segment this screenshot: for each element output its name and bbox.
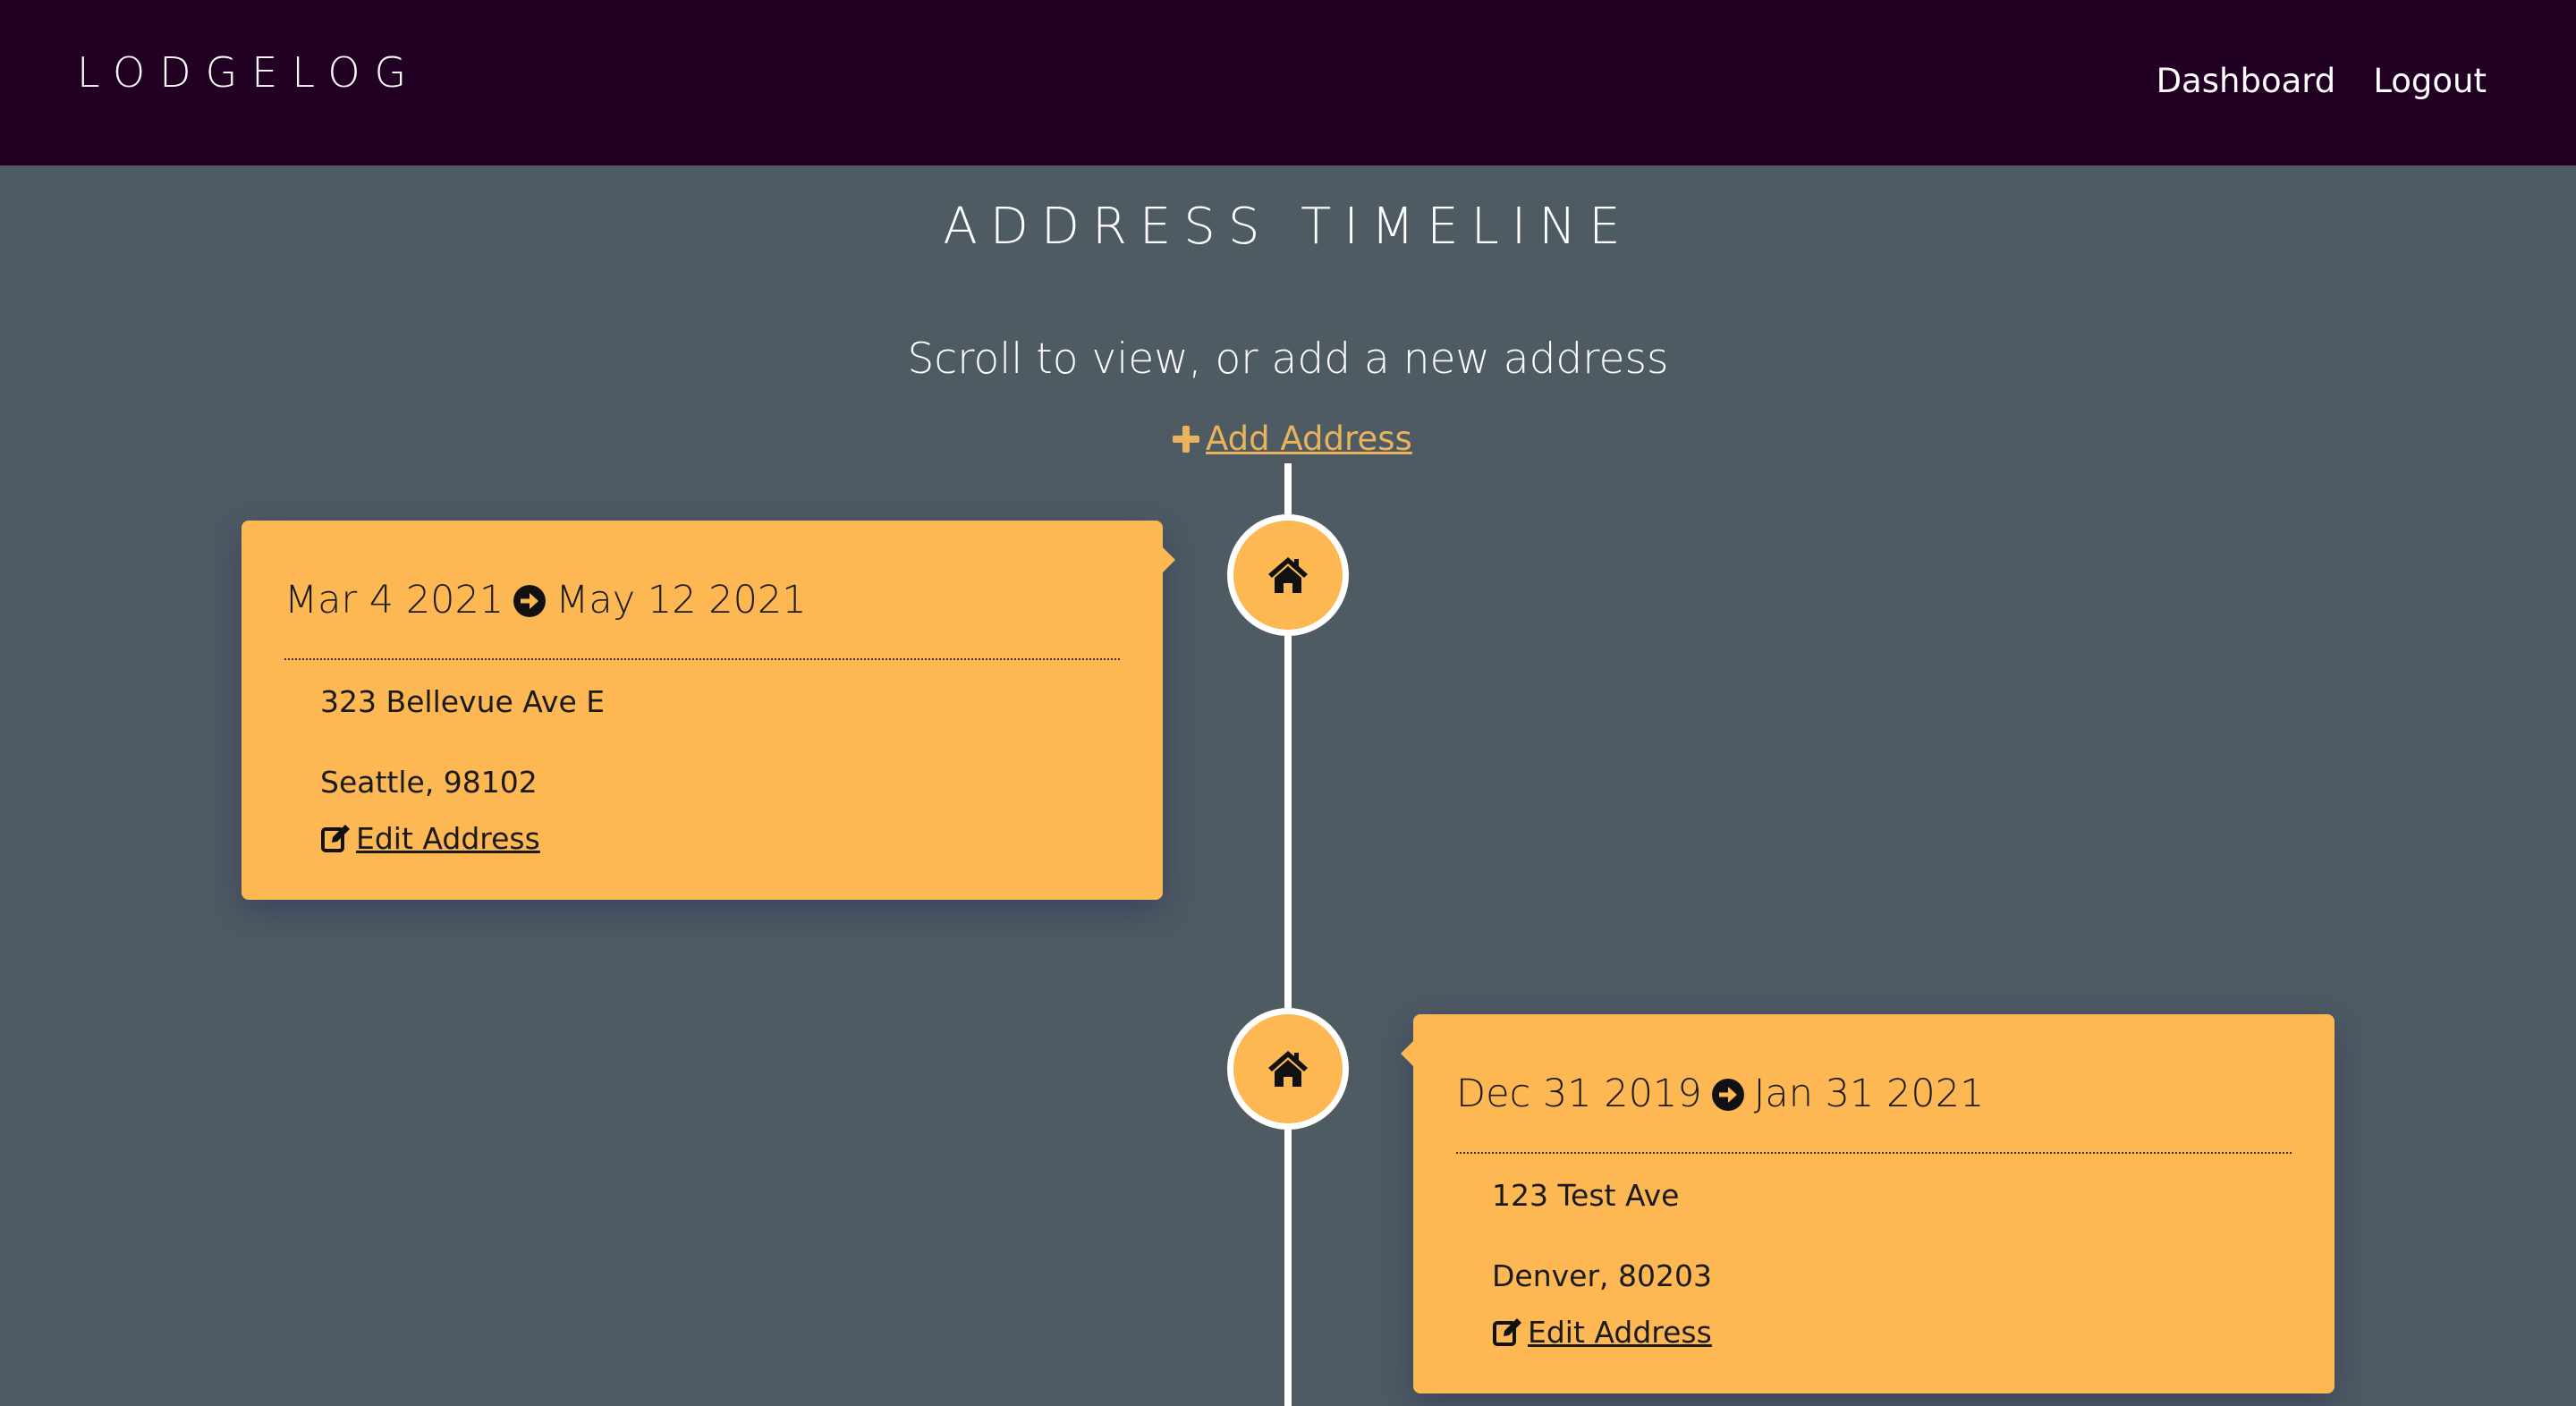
edit-address-label: Edit Address: [1528, 1314, 1712, 1350]
edit-icon: [321, 825, 350, 852]
edit-address-label: Edit Address: [356, 820, 540, 856]
address-card: Dec 31 2019 Jan 31 2021 123 Test Ave Den…: [1401, 1014, 2334, 1393]
card-pointer: [1163, 547, 1175, 572]
date-range: Mar 4 2021 May 12 2021: [284, 581, 807, 620]
page-subtitle: Scroll to view, or add a new address: [907, 335, 1669, 384]
arrow-right-circle-icon: [1711, 1078, 1744, 1111]
home-icon: [1268, 1051, 1308, 1087]
brand-logo[interactable]: LODGELOG: [77, 52, 420, 93]
nav-links: Dashboard Logout: [2157, 64, 2487, 97]
nav-dashboard-link[interactable]: Dashboard: [2157, 64, 2336, 97]
add-address-link[interactable]: Add Address: [1172, 422, 1412, 455]
street-address: 123 Test Ave: [1492, 1178, 1680, 1213]
card-divider: [284, 658, 1120, 660]
timeline-marker: [1227, 1008, 1349, 1130]
nav-logout-link[interactable]: Logout: [2373, 64, 2487, 97]
card-divider: [1456, 1152, 2292, 1154]
street-address: 323 Bellevue Ave E: [320, 684, 606, 719]
card-pointer: [1401, 1041, 1413, 1066]
page-title: ADDRESS TIMELINE: [943, 198, 1633, 256]
start-date: Mar 4 2021: [284, 578, 504, 623]
edit-address-link[interactable]: Edit Address: [1492, 1317, 1712, 1347]
edit-icon: [1493, 1318, 1521, 1346]
navbar: LODGELOG Dashboard Logout: [0, 0, 2576, 165]
date-range: Dec 31 2019 Jan 31 2021: [1456, 1075, 1984, 1114]
edit-address-link[interactable]: Edit Address: [320, 823, 540, 853]
start-date: Dec 31 2019: [1456, 1071, 1702, 1116]
add-address-label: Add Address: [1206, 419, 1412, 458]
plus-icon: [1173, 425, 1199, 453]
home-icon: [1268, 557, 1308, 593]
end-date: May 12 2021: [555, 578, 807, 623]
arrow-right-circle-icon: [513, 584, 547, 617]
city-zip: Denver, 80203: [1492, 1258, 1712, 1293]
address-card: Mar 4 2021 May 12 2021 323 Bellevue Ave …: [242, 521, 1175, 900]
end-date: Jan 31 2021: [1753, 1071, 1985, 1116]
timeline-marker: [1227, 514, 1349, 636]
city-zip: Seattle, 98102: [320, 765, 538, 800]
